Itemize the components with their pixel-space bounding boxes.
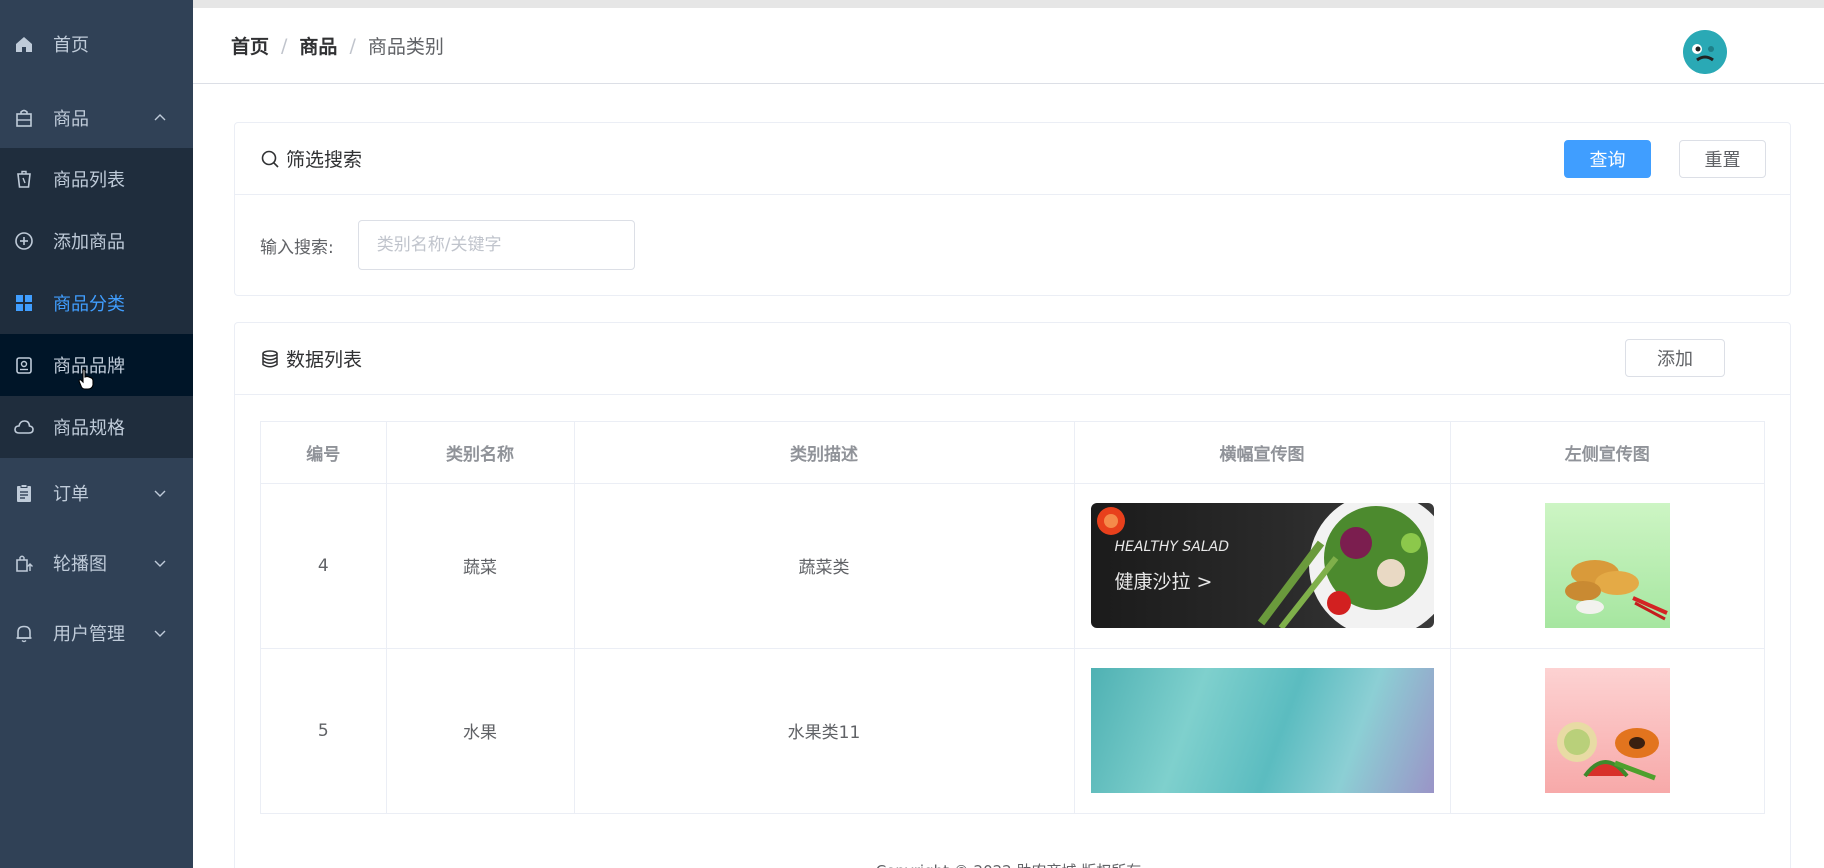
cell-desc: 蔬菜类: [574, 483, 1075, 649]
chevron-down-icon: [153, 626, 167, 640]
badge-icon: [13, 354, 35, 376]
sidebar-item-label: 商品: [53, 109, 89, 130]
goods-submenu: 商品列表 添加商品 商品分类 商品品牌 商品规格: [0, 148, 193, 458]
column-header-name[interactable]: 类别名称: [386, 422, 575, 484]
sidebar-item-label: 订单: [53, 484, 89, 505]
cursor-hand-icon: [78, 368, 94, 390]
banner-text-en: HEALTHY SALAD: [1114, 539, 1230, 555]
sidebar-item-home[interactable]: 首页: [0, 0, 193, 88]
sidebar-item-label: 添加商品: [53, 232, 125, 253]
cell-banner: HEALTHY SALAD 健康沙拉 >: [1074, 483, 1451, 649]
sidebar-item-goods-category[interactable]: 商品分类: [0, 272, 193, 334]
data-list-card: 数据列表 添加 编号 类别名称 类别描述 横幅宣传图 左侧宣传图 4 蔬菜 蔬菜…: [234, 322, 1791, 868]
reset-button[interactable]: 重置: [1679, 140, 1766, 178]
breadcrumb-separator: /: [281, 34, 288, 57]
search-icon: [260, 149, 280, 169]
banner-image-salad: HEALTHY SALAD 健康沙拉 >: [1090, 503, 1434, 628]
sidebar-item-label: 轮播图: [53, 554, 107, 575]
sidebar-item-label: 商品规格: [53, 418, 125, 439]
sidebar-item-label: 首页: [53, 35, 89, 56]
cell-id: 4: [261, 483, 387, 649]
data-list-header: 数据列表 添加: [235, 323, 1790, 395]
filter-card: 筛选搜索 查询 重置 输入搜索:: [234, 122, 1791, 296]
filter-body: 输入搜索:: [235, 195, 1790, 295]
sidebar-item-orders[interactable]: 订单: [0, 458, 193, 528]
sidebar-item-label: 用户管理: [53, 624, 125, 645]
table-header-row: 编号 类别名称 类别描述 横幅宣传图 左侧宣传图: [261, 422, 1764, 484]
circle-plus-icon: [13, 230, 35, 252]
table-row[interactable]: 5 水果 水果类11: [261, 648, 1764, 814]
filter-title: 筛选搜索: [260, 145, 362, 172]
database-icon: [260, 349, 280, 369]
shopping-bag-icon: [13, 107, 35, 129]
cloud-icon: [13, 416, 35, 438]
breadcrumb: 首页 / 商品 / 商品类别: [231, 32, 444, 59]
column-header-side-image[interactable]: 左侧宣传图: [1450, 422, 1764, 484]
sidebar-item-goods-spec[interactable]: 商品规格: [0, 396, 193, 458]
cell-id: 5: [261, 648, 387, 814]
grid-icon: [13, 292, 35, 314]
sidebar-item-add-goods[interactable]: 添加商品: [0, 210, 193, 272]
sidebar-item-goods-brand[interactable]: 商品品牌: [0, 334, 193, 396]
cell-name: 蔬菜: [386, 483, 575, 649]
sidebar-item-goods[interactable]: 商品: [0, 88, 193, 148]
data-list-title: 数据列表: [260, 345, 362, 372]
search-label: 输入搜索:: [260, 237, 334, 258]
home-icon: [13, 33, 35, 55]
breadcrumb-goods[interactable]: 商品: [299, 32, 337, 59]
chevron-down-icon: [153, 486, 167, 500]
side-image-vegetables: [1544, 503, 1670, 628]
avatar[interactable]: [1683, 30, 1727, 74]
sidebar-item-goods-list[interactable]: 商品列表: [0, 148, 193, 210]
bell-icon: [13, 622, 35, 644]
cell-side-image: [1450, 483, 1764, 649]
sidebar: 首页 商品 商品列表 添加商品 商品分类 商品品牌 商品规格 订单 轮播图 用户…: [0, 0, 193, 868]
sidebar-item-label: 商品列表: [53, 170, 125, 191]
breadcrumb-separator: /: [349, 34, 356, 57]
query-button[interactable]: 查询: [1564, 140, 1651, 178]
banner-text-cn: 健康沙拉 >: [1114, 571, 1213, 593]
footer-copyright: Copyright © 2022 助农商城 版权所有: [193, 860, 1824, 868]
add-button[interactable]: 添加: [1625, 339, 1725, 377]
cell-banner: [1074, 648, 1451, 814]
column-header-banner[interactable]: 横幅宣传图: [1074, 422, 1451, 484]
category-table: 编号 类别名称 类别描述 横幅宣传图 左侧宣传图 4 蔬菜 蔬菜类 HEALTH…: [260, 421, 1765, 814]
trash-cup-icon: [13, 168, 35, 190]
breadcrumb-current: 商品类别: [367, 36, 444, 58]
filter-card-header: 筛选搜索 查询 重置: [235, 123, 1790, 195]
chevron-up-icon: [153, 111, 167, 125]
bag-upload-icon: [13, 552, 35, 574]
chevron-down-icon: [153, 556, 167, 570]
sidebar-item-carousel[interactable]: 轮播图: [0, 528, 193, 598]
side-image-fruits: [1544, 668, 1670, 793]
cell-desc: 水果类11: [574, 648, 1075, 814]
search-input[interactable]: [357, 220, 635, 270]
table-row[interactable]: 4 蔬菜 蔬菜类 HEALTHY SALAD 健康沙拉 >: [261, 483, 1764, 649]
breadcrumb-home[interactable]: 首页: [231, 32, 269, 59]
main-content: 筛选搜索 查询 重置 输入搜索: 数据列表 添加: [193, 84, 1824, 868]
banner-image-teal: [1090, 668, 1434, 793]
top-bar: 首页 / 商品 / 商品类别: [193, 0, 1824, 84]
column-header-id[interactable]: 编号: [261, 422, 387, 484]
sidebar-item-users[interactable]: 用户管理: [0, 598, 193, 668]
cell-side-image: [1450, 648, 1764, 814]
sidebar-item-label: 商品分类: [53, 294, 125, 315]
column-header-desc[interactable]: 类别描述: [574, 422, 1075, 484]
cell-name: 水果: [386, 648, 575, 814]
clipboard-icon: [13, 482, 35, 504]
